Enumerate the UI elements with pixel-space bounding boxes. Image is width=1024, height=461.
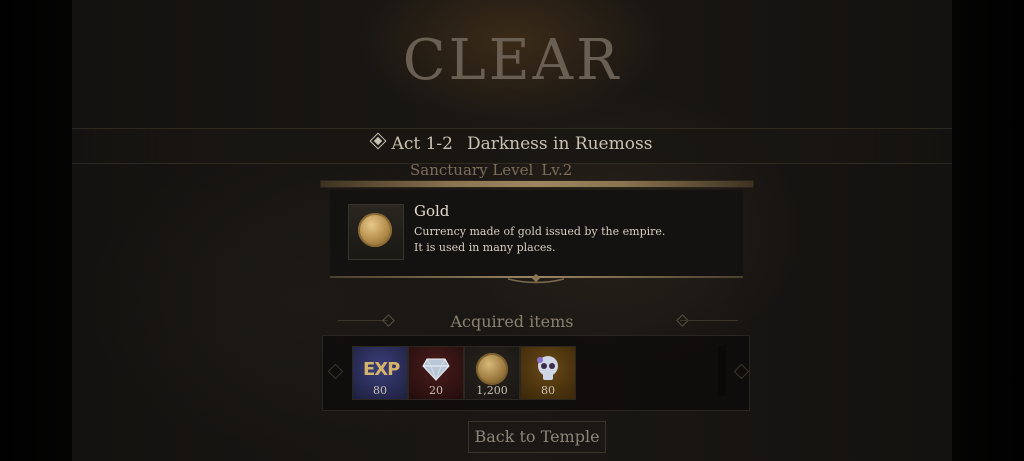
- item-description: Currency made of gold issued by the empi…: [414, 224, 665, 256]
- acquired-items-label: Acquired items: [450, 312, 574, 331]
- sanctuary-label: Sanctuary Level: [410, 161, 534, 179]
- reward-quantity: 1,200: [476, 384, 508, 397]
- reward-quantity: 80: [373, 384, 387, 397]
- exp-icon: EXP: [363, 359, 400, 380]
- clear-title: CLEAR: [402, 28, 622, 93]
- reward-quantity: 20: [429, 384, 443, 397]
- act-header: Act 1-2 Darkness in Ruemoss: [0, 132, 1024, 154]
- progress-divider: [320, 180, 754, 188]
- act-name: Darkness in Ruemoss: [466, 134, 653, 154]
- ornament-icon: [507, 274, 565, 284]
- reward-slot-diamond[interactable]: 20: [408, 346, 464, 400]
- skull-icon: [537, 356, 558, 380]
- item-name: Gold: [414, 202, 450, 220]
- diamond-marker-icon: [369, 132, 387, 150]
- act-code: Act 1-2: [391, 134, 453, 154]
- reward-quantity: 80: [541, 384, 555, 397]
- back-to-temple-button[interactable]: Back to Temple: [468, 421, 606, 453]
- acquired-divider-right: [680, 320, 738, 321]
- item-description-line: Currency made of gold issued by the empi…: [414, 225, 666, 238]
- gold-coin-icon: [358, 213, 392, 247]
- reward-slot-exp[interactable]: EXP 80: [352, 346, 408, 400]
- tray-scrollbar[interactable]: [718, 346, 726, 396]
- diamond-icon: [422, 358, 450, 381]
- reward-slot-gold[interactable]: 1,200: [464, 346, 520, 400]
- reward-slot-skull[interactable]: 80: [520, 346, 576, 400]
- gold-coin-icon: [476, 353, 508, 385]
- item-description-line: It is used in many places.: [414, 241, 556, 254]
- sanctuary-value: Lv.2: [541, 161, 573, 179]
- sanctuary-level: Sanctuary Level Lv.2: [410, 161, 580, 179]
